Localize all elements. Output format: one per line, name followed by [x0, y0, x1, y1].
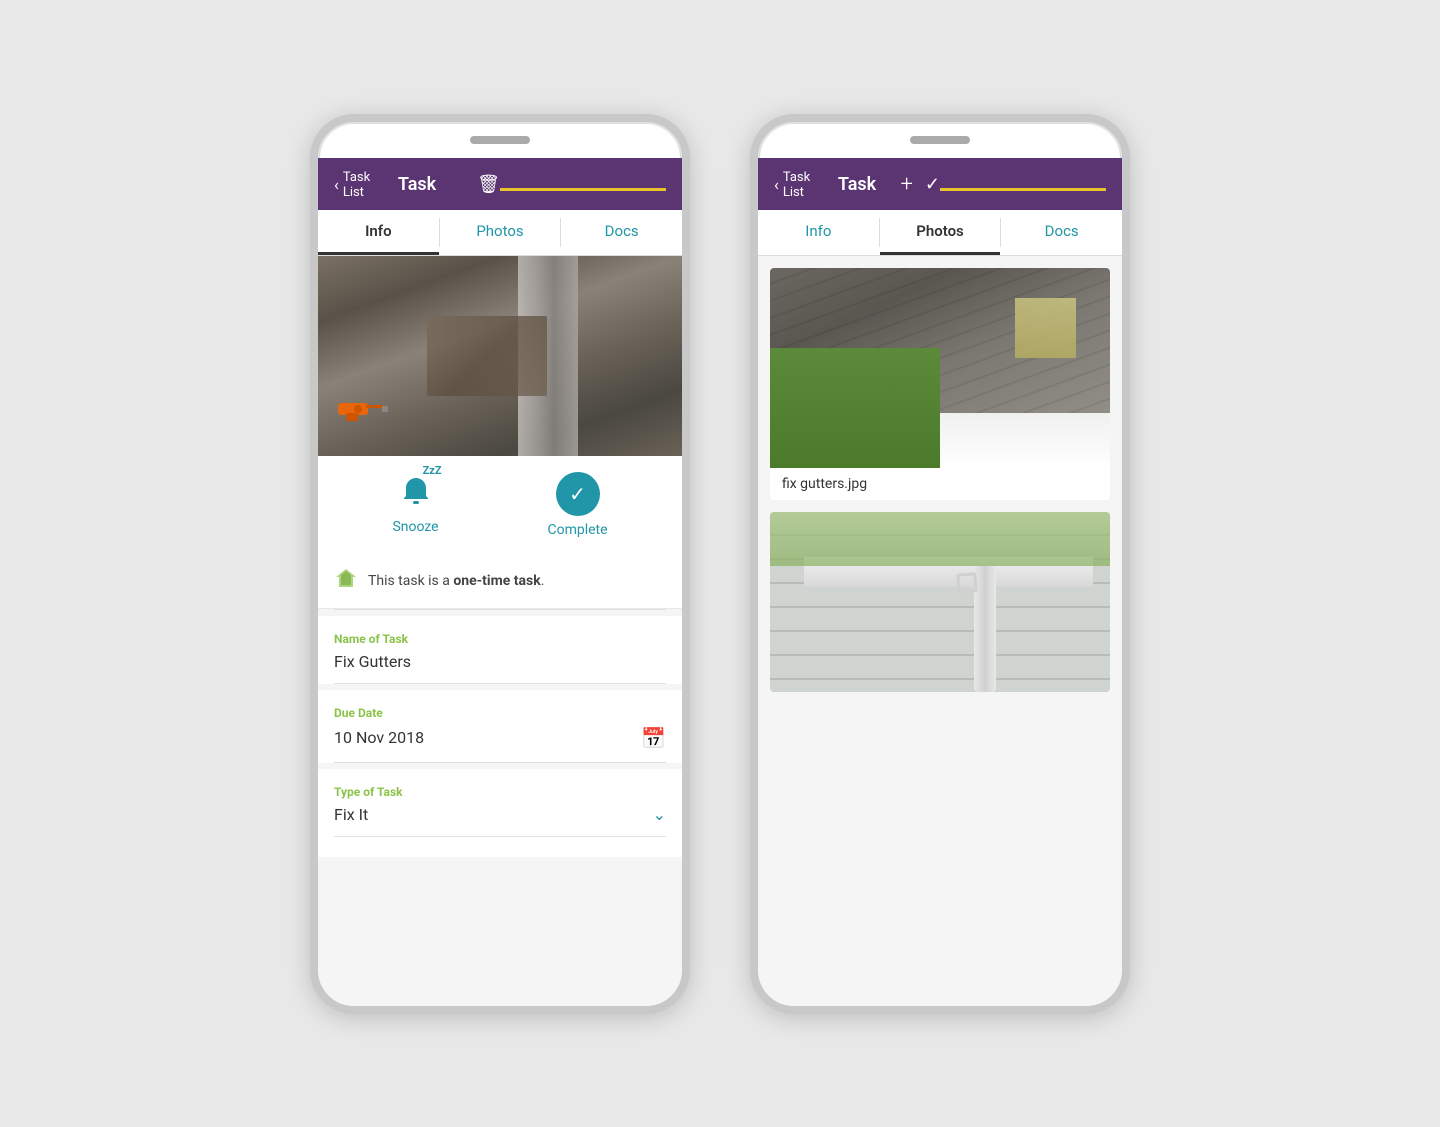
type-of-task-value[interactable]: Fix It — [334, 805, 368, 824]
app-container: ‹ Task List Task 🗑 Info Photos — [270, 74, 1170, 1054]
nav-actions-2: + ✓ — [899, 172, 941, 197]
house-icon — [334, 566, 358, 596]
nav-underline-1 — [500, 188, 666, 191]
one-time-task-row: This task is a one-time task. — [318, 554, 682, 609]
back-label-2: Task List — [783, 170, 816, 200]
tabs-1: Info Photos Docs — [318, 210, 682, 256]
photo-image-2 — [770, 512, 1110, 692]
checkmark-icon: ✓ — [569, 482, 586, 506]
type-of-task-label: Type of Task — [334, 785, 666, 799]
action-row: ZzZ Snooze ✓ Complete — [318, 456, 682, 554]
snooze-icon-container: ZzZ — [400, 474, 432, 513]
back-button-2[interactable]: ‹ Task List — [774, 170, 816, 200]
tab-docs-1[interactable]: Docs — [561, 210, 682, 255]
snooze-label: Snooze — [392, 519, 438, 535]
nav-title-2: Task — [816, 174, 899, 195]
name-of-task-label: Name of Task — [334, 632, 666, 646]
tabs-2: Info Photos Docs — [758, 210, 1122, 256]
back-arrow-2: ‹ — [774, 175, 779, 194]
one-time-text: This task is a one-time task. — [368, 573, 544, 589]
downspout — [974, 566, 996, 692]
phone-speaker-2 — [910, 136, 970, 144]
foliage — [1015, 298, 1076, 358]
bell-container: ZzZ — [400, 474, 432, 513]
type-of-task-row: Fix It ⌄ — [334, 805, 666, 837]
name-of-task-value[interactable]: Fix Gutters — [334, 652, 666, 684]
zzz-icon: ZzZ — [423, 464, 442, 477]
phone-1-screen: ‹ Task List Task 🗑 Info Photos — [318, 158, 682, 1006]
complete-label: Complete — [547, 522, 607, 538]
tab-info-1[interactable]: Info — [318, 210, 439, 255]
phone-1: ‹ Task List Task 🗑 Info Photos — [310, 114, 690, 1014]
dropdown-chevron-icon[interactable]: ⌄ — [653, 805, 666, 824]
due-date-section: Due Date 10 Nov 2018 📅 — [318, 690, 682, 763]
complete-action[interactable]: ✓ Complete — [547, 472, 607, 538]
hero-image-1 — [318, 256, 682, 456]
name-of-task-section: Name of Task Fix Gutters — [318, 616, 682, 684]
back-button-1[interactable]: ‹ Task List — [334, 170, 376, 200]
photo-card-1[interactable]: fix gutters.jpg — [770, 268, 1110, 500]
nav-actions-1: 🗑 — [459, 174, 501, 195]
photo-card-2[interactable] — [770, 512, 1110, 692]
nav-title-1: Task — [376, 174, 459, 195]
check-icon[interactable]: ✓ — [925, 174, 940, 195]
nav-bar-1: ‹ Task List Task 🗑 — [318, 158, 682, 210]
one-time-bold: one-time task — [453, 573, 540, 589]
downspout-elbow — [956, 572, 978, 594]
nav-underline-2 — [940, 188, 1106, 191]
lawn-green — [770, 348, 940, 468]
type-of-task-section: Type of Task Fix It ⌄ — [318, 769, 682, 857]
tab-docs-2[interactable]: Docs — [1001, 210, 1122, 255]
trash-icon[interactable]: 🗑 — [477, 174, 500, 195]
tab-photos-1[interactable]: Photos — [440, 210, 561, 255]
drill-icon — [338, 391, 388, 436]
due-date-value[interactable]: 10 Nov 2018 — [334, 728, 424, 747]
phone-speaker — [470, 136, 530, 144]
due-date-label: Due Date — [334, 706, 666, 720]
plus-icon[interactable]: + — [900, 172, 912, 197]
due-date-row: 10 Nov 2018 📅 — [334, 726, 666, 763]
tab-photos-2[interactable]: Photos — [880, 210, 1001, 255]
photo-filename-1: fix gutters.jpg — [770, 468, 1110, 500]
separator-1 — [334, 609, 666, 610]
trees-background — [770, 512, 1110, 566]
snooze-action[interactable]: ZzZ Snooze — [392, 474, 438, 535]
phone-2: ‹ Task List Task + ✓ Info — [750, 114, 1130, 1014]
debris-decoration — [427, 316, 547, 396]
phone-2-screen: ‹ Task List Task + ✓ Info — [758, 158, 1122, 1006]
calendar-icon[interactable]: 📅 — [641, 726, 666, 750]
back-label-1: Task List — [343, 170, 376, 200]
nav-bar-2: ‹ Task List Task + ✓ — [758, 158, 1122, 210]
complete-icon: ✓ — [556, 472, 600, 516]
photos-grid: fix gutters.jpg — [758, 256, 1122, 704]
tab-info-2[interactable]: Info — [758, 210, 879, 255]
back-arrow-1: ‹ — [334, 175, 339, 194]
photo-image-1 — [770, 268, 1110, 468]
